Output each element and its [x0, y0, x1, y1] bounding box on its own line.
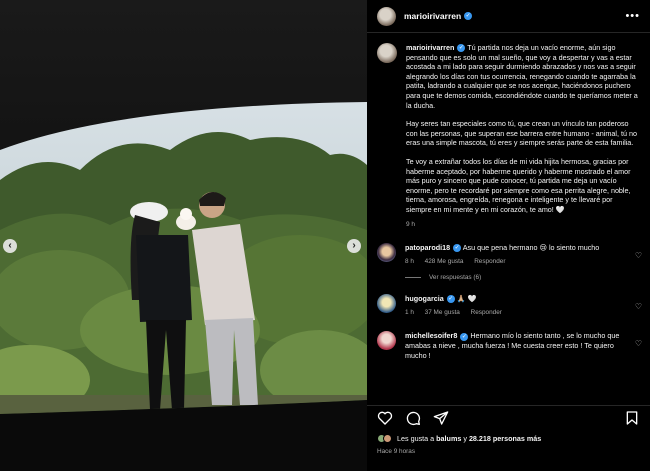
- caption-paragraph-1: marioirivarren ✓ Tú partida nos deja un v…: [406, 43, 638, 110]
- author-username[interactable]: marioirivarren: [404, 11, 461, 21]
- heart-icon[interactable]: ♡: [635, 339, 642, 348]
- verified-badge-icon: ✓: [453, 244, 462, 253]
- comment-item: patoparodi18 ✓ Asu que pena hermano 😢 lo …: [367, 243, 650, 266]
- likes-user[interactable]: balums: [436, 434, 461, 443]
- caption-time: 9 h: [406, 220, 416, 228]
- verified-badge-icon: ✓: [457, 44, 466, 53]
- verified-badge-icon: ✓: [460, 332, 469, 341]
- reply-button[interactable]: Responder: [474, 258, 505, 265]
- comment-item: hugogarcia ✓ 🙏🏼 🤍 1 h 37 Me gusta Respond…: [367, 294, 650, 317]
- commenter-avatar[interactable]: [377, 243, 396, 263]
- commenter-username[interactable]: patoparodi18: [405, 243, 450, 252]
- view-replies-label[interactable]: Ver respuestas (6): [429, 274, 481, 281]
- caption-avatar[interactable]: [377, 43, 397, 63]
- share-icon[interactable]: [433, 410, 449, 426]
- comment-likes[interactable]: 428 Me gusta: [425, 258, 464, 265]
- comment-text: 🙏🏼 🤍: [456, 294, 477, 304]
- comment-time: 8 h: [405, 257, 414, 265]
- likes-prefix: Les gusta a: [397, 434, 435, 443]
- heart-icon[interactable]: ♡: [635, 251, 642, 260]
- posted-time: Hace 9 horas: [377, 448, 416, 455]
- replies-divider: [405, 277, 421, 279]
- likes-count[interactable]: 28.218 personas más: [469, 434, 541, 443]
- reply-button[interactable]: Responder: [471, 309, 502, 316]
- caption-username[interactable]: marioirivarren: [406, 43, 454, 52]
- post-caption: marioirivarren ✓ Tú partida nos deja un v…: [367, 34, 650, 229]
- chevron-left-icon[interactable]: ‹: [3, 239, 17, 253]
- author-avatar[interactable]: [377, 6, 396, 26]
- commenter-username[interactable]: michellesoifer8: [405, 331, 457, 340]
- post-header: marioirivarren ✓ •••: [367, 0, 650, 33]
- commenter-avatar[interactable]: [377, 331, 396, 351]
- likes-summary[interactable]: Les gusta a balums y 28.218 personas más: [377, 434, 541, 443]
- comment-icon[interactable]: [405, 410, 421, 426]
- likes-mid: y: [463, 434, 467, 443]
- comments-scroll[interactable]: marioirivarren ✓ Tú partida nos deja un v…: [367, 34, 650, 394]
- view-replies[interactable]: Ver respuestas (6): [367, 274, 650, 281]
- comment-item: michellesoifer8 ✓ Hermano mío lo siento t…: [367, 331, 650, 360]
- post-media[interactable]: ‹ ›: [0, 0, 367, 471]
- comment-text: Asu que pena hermano 😢 lo siento mucho: [462, 243, 600, 253]
- post-actions: [367, 405, 650, 429]
- comment-time: 1 h: [405, 308, 414, 316]
- caption-paragraph-2: Hay seres tan especiales como tú, que cr…: [406, 119, 637, 148]
- caption-paragraph-3: Te voy a extrañar todos los días de mi v…: [406, 156, 631, 214]
- more-horizontal-icon[interactable]: •••: [625, 10, 640, 22]
- verified-badge-icon: ✓: [446, 295, 455, 304]
- liker-avatars: [377, 434, 392, 443]
- heart-icon[interactable]: [377, 410, 393, 426]
- commenter-avatar[interactable]: [377, 294, 396, 314]
- commenter-username[interactable]: hugogarcia: [405, 294, 444, 303]
- comment-likes[interactable]: 37 Me gusta: [425, 309, 460, 316]
- caption-text-1: Tú partida nos deja un vacío enorme, aún…: [406, 43, 638, 110]
- liker-avatar: [383, 434, 392, 443]
- verified-badge-icon: ✓: [464, 12, 473, 20]
- post-side-panel: marioirivarren ✓ ••• marioirivarren ✓ Tú …: [367, 0, 650, 471]
- bookmark-icon[interactable]: [624, 410, 640, 426]
- heart-icon[interactable]: ♡: [635, 302, 642, 311]
- post-photo: [0, 0, 367, 471]
- chevron-right-icon[interactable]: ›: [347, 239, 361, 253]
